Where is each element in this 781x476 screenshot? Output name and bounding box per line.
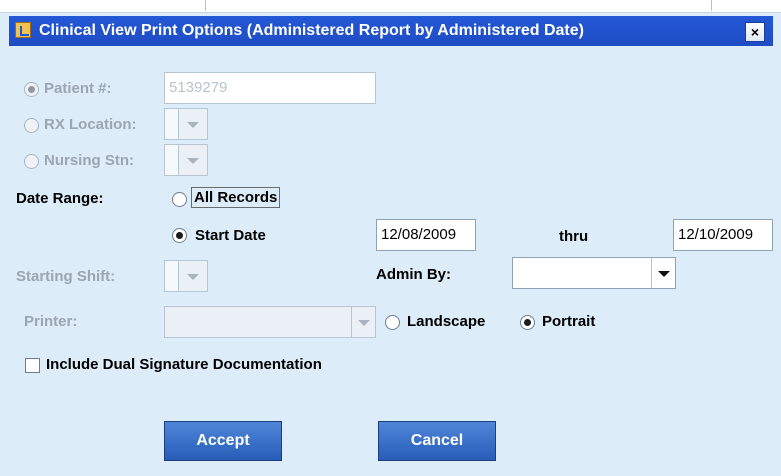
nursing-stn-combo[interactable] (164, 144, 208, 176)
end-date-field[interactable]: 12/10/2009 (673, 219, 773, 251)
portrait-radio[interactable] (520, 315, 535, 330)
rx-location-combo[interactable] (164, 108, 208, 140)
cancel-button[interactable]: Cancel (378, 421, 496, 461)
strip-segment (0, 0, 206, 11)
nursing-stn-label: Nursing Stn: (44, 152, 134, 169)
admin-by-combo[interactable] (512, 257, 676, 289)
rx-location-label: RX Location: (44, 116, 137, 133)
dialog-title: Clinical View Print Options (Administere… (39, 22, 584, 39)
accept-button[interactable]: Accept (164, 421, 282, 461)
start-date-radio[interactable] (172, 228, 187, 243)
thru-label: thru (559, 228, 589, 245)
starting-shift-combo[interactable] (164, 260, 208, 292)
starting-shift-label: Starting Shift: (16, 268, 116, 285)
chevron-down-icon (351, 307, 375, 337)
patient-label: Patient #: (44, 80, 112, 97)
rx-location-radio[interactable] (24, 118, 39, 133)
dual-signature-label[interactable]: Include Dual Signature Documentation (46, 356, 322, 373)
all-records-label[interactable]: All Records (191, 187, 281, 208)
clinical-app-icon (15, 22, 31, 38)
date-range-label: Date Range: (16, 190, 104, 207)
printer-label: Printer: (24, 313, 78, 330)
chevron-down-icon (651, 258, 675, 288)
start-date-field[interactable]: 12/08/2009 (376, 219, 476, 251)
landscape-radio[interactable] (385, 315, 400, 330)
chevron-down-icon (179, 109, 207, 139)
close-button[interactable]: × (745, 22, 765, 42)
all-records-radio[interactable] (172, 192, 187, 207)
background-window-strip (0, 0, 781, 13)
chevron-down-icon (179, 261, 207, 291)
strip-segment (206, 0, 712, 11)
printer-combo[interactable] (164, 306, 376, 338)
patient-radio[interactable] (24, 82, 39, 97)
admin-by-label: Admin By: (376, 266, 451, 283)
landscape-label[interactable]: Landscape (407, 313, 485, 330)
dual-signature-checkbox[interactable] (25, 358, 40, 373)
chevron-down-icon (179, 145, 207, 175)
patient-number-field[interactable]: 5139279 (164, 72, 376, 104)
portrait-label[interactable]: Portrait (542, 313, 595, 330)
nursing-stn-radio[interactable] (24, 154, 39, 169)
start-date-label[interactable]: Start Date (195, 227, 266, 244)
dialog-titlebar[interactable]: Clinical View Print Options (Administere… (9, 16, 773, 46)
